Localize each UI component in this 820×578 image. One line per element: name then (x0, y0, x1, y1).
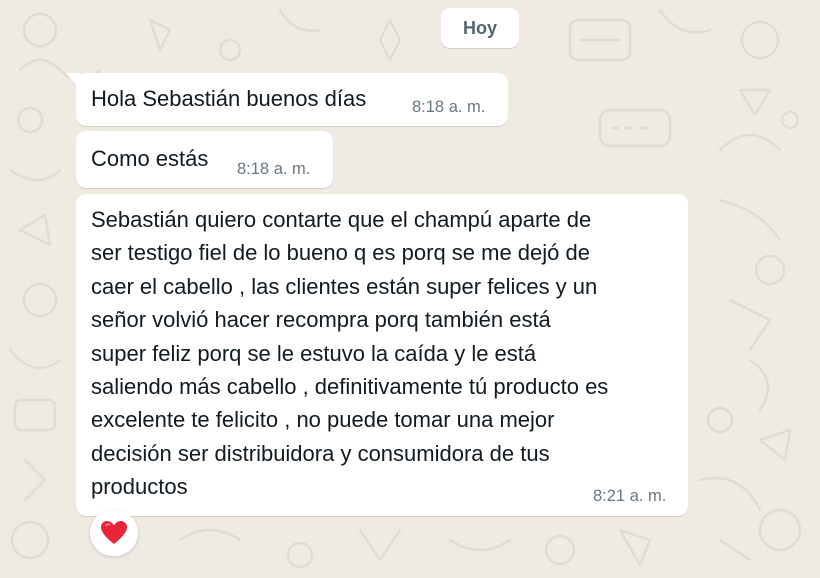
message-text: Sebastián quiero contarte que el champú … (91, 203, 608, 504)
message-reaction[interactable] (90, 510, 138, 556)
message-text-line: Sebastián quiero contarte que el champú … (91, 207, 592, 232)
incoming-message-bubble[interactable]: Sebastián quiero contarte que el champú … (76, 194, 688, 516)
bubble-tail-icon (66, 73, 80, 89)
incoming-message-bubble[interactable]: Hola Sebastián buenos días 8:18 a. m. (66, 73, 508, 126)
message-text: Como estás (91, 146, 209, 171)
message-text-line: super feliz porq se le estuvo la caída y… (91, 340, 537, 366)
message-text-line: productos (91, 474, 188, 500)
message-text-line: caer el cabello , las clientes están sup… (91, 273, 598, 299)
message-text-line: saliendo más cabello , definitivamente t… (91, 374, 609, 400)
message-timestamp: 8:18 a. m. (412, 98, 486, 116)
message-timestamp: 8:18 a. m. (237, 160, 311, 178)
red-heart-icon (101, 521, 127, 544)
message-text-line: ser testigo fiel de lo bueno q es porq s… (91, 240, 590, 266)
message-text-line: decisión ser distribuidora y consumidora… (91, 440, 550, 466)
message-timestamp: 8:21 a. m. (593, 487, 667, 505)
date-separator-chip: Hoy (441, 8, 519, 48)
incoming-message-bubble[interactable]: Como estás 8:18 a. m. (76, 131, 333, 188)
message-text: Hola Sebastián buenos días (91, 86, 367, 111)
message-text-line: excelente te felicito , no puede tomar u… (91, 407, 555, 433)
message-text-line: señor volvió hacer recompra porq también… (91, 307, 551, 333)
